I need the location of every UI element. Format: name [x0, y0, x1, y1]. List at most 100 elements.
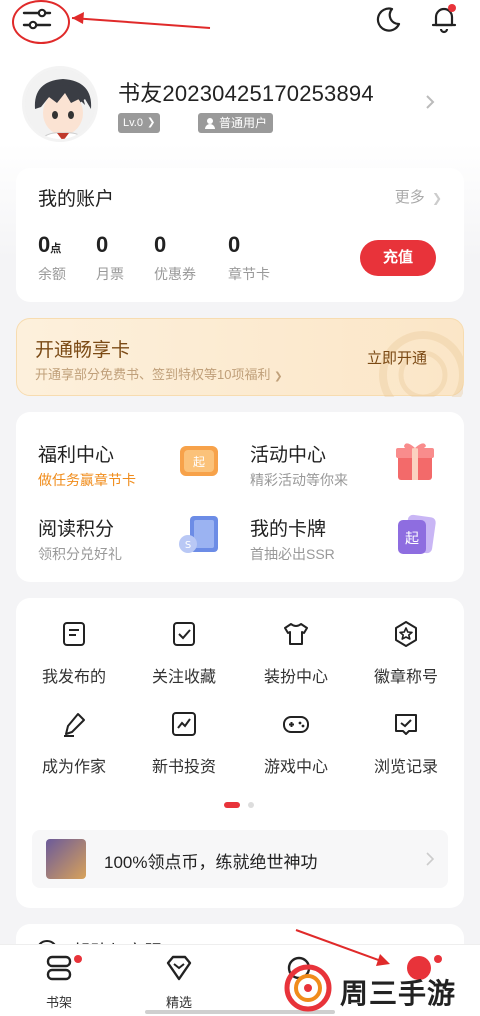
username: 书友20230425170253894: [118, 81, 374, 106]
shortcut-label: 浏览记录: [373, 759, 438, 776]
annotation-circle: [12, 0, 70, 44]
stat-balance[interactable]: 0点 余额: [38, 232, 66, 284]
stat-value: 0: [96, 232, 109, 257]
feature-subtitle: 做任务赢章节卡: [38, 472, 136, 488]
vip-title: 开通畅享卡: [35, 340, 131, 361]
chevron-right-icon: [426, 852, 434, 866]
shortcut-label: 新书投资: [151, 759, 216, 776]
diamond-icon: [166, 955, 192, 981]
gamepad-icon: [283, 716, 309, 733]
watermark: 周三手游网: [284, 960, 480, 1016]
tshirt-icon: [284, 623, 308, 645]
avatar-illustration: [25, 69, 95, 139]
recharge-button[interactable]: 充值: [360, 240, 436, 276]
feature-subtitle: 领积分兑好礼: [38, 546, 122, 562]
level-badge[interactable]: Lv.0 ❯: [118, 113, 161, 133]
chevron-right-icon: ❯: [146, 117, 156, 128]
vip-card[interactable]: 开通畅享卡 开通享部分免费书、签到特权等10项福利 ❯ 立即开通: [16, 318, 464, 397]
feature-subtitle: 精彩活动等你来: [250, 472, 348, 488]
published-doc-icon: [63, 622, 85, 646]
tab-bookshelf[interactable]: 书架: [14, 953, 104, 1011]
feature-title: 活动中心: [250, 445, 327, 466]
shortcut-game-center[interactable]: 游戏中心: [240, 710, 352, 780]
stat-value: 0: [38, 232, 51, 257]
bookshelf-icon: [46, 955, 72, 981]
shortcut-new-book-invest[interactable]: 新书投资: [128, 710, 240, 780]
night-mode-icon[interactable]: [374, 6, 402, 34]
feature-reading-points[interactable]: 阅读积分 领积分兑好礼 S: [16, 508, 240, 578]
tab-badge-dot: [74, 955, 82, 963]
cards-icon: 起: [398, 514, 436, 554]
user-type-badge: 普通用户: [198, 113, 274, 133]
stat-label: 月票: [96, 266, 124, 282]
page-dot-active: [224, 802, 240, 808]
trend-chart-icon: [172, 712, 196, 736]
badge-star-icon: [395, 621, 417, 647]
reading-points-icon: S: [179, 516, 218, 553]
svg-text:起: 起: [405, 531, 419, 547]
feature-title: 阅读积分: [38, 519, 115, 540]
shortcut-label: 成为作家: [41, 759, 106, 776]
tab-label: 精选: [165, 995, 192, 1010]
chevron-right-icon: ❯: [431, 191, 442, 205]
stat-unit: 点: [50, 243, 62, 255]
shortcut-label: 关注收藏: [151, 669, 216, 686]
feature-title: 我的卡牌: [250, 519, 327, 540]
feature-activity-center[interactable]: 活动中心 精彩活动等你来: [228, 434, 452, 504]
stat-chapter-card[interactable]: 0 章节卡: [228, 232, 270, 284]
feature-subtitle: 首抽必出SSR: [250, 546, 335, 562]
vip-open-button[interactable]: 立即开通: [367, 347, 427, 368]
watermark-text: 周三手游网: [340, 978, 457, 1009]
account-title: 我的账户: [38, 189, 115, 210]
history-icon: [395, 714, 417, 735]
level-label: Lv.0: [123, 117, 143, 129]
avatar[interactable]: [22, 66, 98, 142]
watermark-logo-icon: [284, 964, 332, 1012]
stat-label: 章节卡: [228, 266, 270, 282]
shortcut-dress-center[interactable]: 装扮中心: [240, 620, 352, 690]
tab-label: 书架: [45, 995, 72, 1010]
vip-subtitle: 开通享部分免费书、签到特权等10项福利 ❯: [35, 364, 282, 383]
promo-banner[interactable]: 100%领点币，练就绝世神功: [32, 830, 448, 888]
shortcut-label: 徽章称号: [373, 669, 438, 686]
chevron-right-icon: ❯: [274, 371, 283, 382]
shortcut-badge-title[interactable]: 徽章称号: [350, 620, 462, 690]
chevron-right-icon[interactable]: [424, 94, 436, 110]
shortcut-label: 我发布的: [41, 669, 106, 686]
notification-dot: [448, 4, 456, 12]
tab-featured[interactable]: 精选: [134, 953, 224, 1011]
feature-my-cards[interactable]: 我的卡牌 首抽必出SSR 起: [228, 508, 452, 578]
shortcut-become-author[interactable]: 成为作家: [18, 710, 130, 780]
account-card: 我的账户 更多 ❯ 0点 余额 0 月票 0 优惠券 0 章节卡 充值: [16, 168, 464, 302]
stat-label: 余额: [38, 266, 66, 282]
more-link[interactable]: 更多 ❯: [395, 186, 442, 207]
page-indicator: [224, 802, 274, 810]
promo-thumbnail: [46, 839, 86, 879]
user-type-label: 普通用户: [219, 116, 268, 130]
shortcut-label: 装扮中心: [263, 669, 328, 686]
page-dot: [248, 802, 254, 808]
stat-value: 0: [154, 232, 167, 257]
feature-title: 福利中心: [38, 445, 115, 466]
shortcut-follow-collect[interactable]: 关注收藏: [128, 620, 240, 690]
pen-icon: [64, 713, 85, 737]
bookmark-check-icon: [173, 622, 195, 646]
shortcut-label: 游戏中心: [263, 759, 328, 776]
shortcut-grid: 我发布的 关注收藏 装扮中心 徽章称号 成为作家 新书投资 游戏中心 浏览记录 …: [16, 598, 464, 908]
top-bar: [0, 0, 480, 44]
person-icon: [205, 118, 215, 129]
stat-coupon[interactable]: 0 优惠券: [154, 232, 196, 284]
profile-header[interactable]: 书友20230425170253894 Lv.0 ❯ 普通用户: [22, 66, 462, 146]
stat-monthly-ticket[interactable]: 0 月票: [96, 232, 124, 284]
welfare-coupon-icon: 起: [180, 446, 218, 476]
feature-welfare-center[interactable]: 福利中心 做任务赢章节卡 起: [16, 434, 240, 504]
feature-grid: 福利中心 做任务赢章节卡 起 活动中心 精彩活动等你来 阅读积分 领积分兑好礼 …: [16, 412, 464, 582]
shortcut-browse-history[interactable]: 浏览记录: [350, 710, 462, 780]
promo-text: 100%领点币，练就绝世神功: [104, 853, 318, 872]
shortcut-my-published[interactable]: 我发布的: [18, 620, 130, 690]
svg-text:起: 起: [193, 455, 205, 469]
gift-box-icon: [396, 443, 434, 480]
stat-label: 优惠券: [154, 266, 196, 282]
more-label: 更多: [394, 189, 425, 206]
svg-text:S: S: [185, 540, 191, 551]
